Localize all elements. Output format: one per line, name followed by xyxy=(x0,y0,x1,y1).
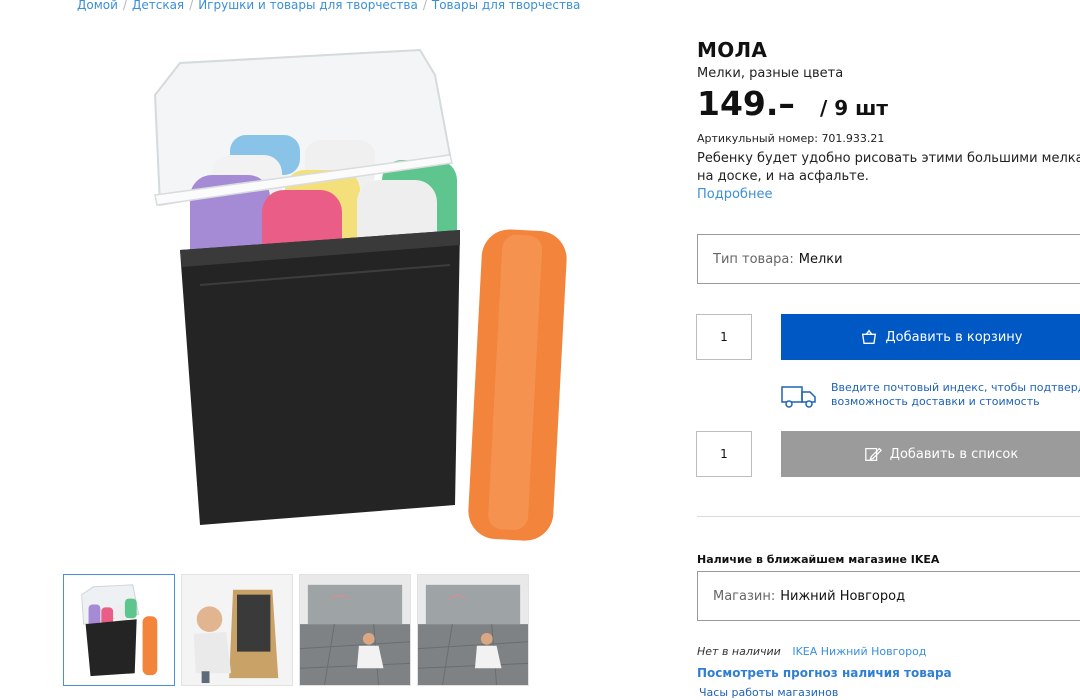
add-to-cart-label: Добавить в корзину xyxy=(885,329,1023,345)
store-value: Нижний Новгород xyxy=(780,588,906,604)
price-unit: / 9 шт xyxy=(820,96,888,120)
edit-list-icon xyxy=(864,447,882,461)
store-label: Магазин: xyxy=(713,588,776,604)
description-line: на доске, и на асфальте. xyxy=(697,169,869,184)
stock-status: Нет в наличии IKEA Нижний Новгород xyxy=(697,645,926,658)
breadcrumb-creative[interactable]: Товары для творчества xyxy=(432,0,581,12)
article-value: 701.933.21 xyxy=(821,132,885,145)
cart-quantity-input[interactable]: 1 xyxy=(696,314,752,360)
description-line: Ребенку будет удобно рисовать этими боль… xyxy=(697,151,1080,166)
delivery-line: возможность доставки и стоимость xyxy=(831,395,1040,408)
stock-forecast-link[interactable]: Посмотреть прогноз наличия товара xyxy=(697,666,952,680)
more-details-link[interactable]: Подробнее xyxy=(697,187,772,202)
add-to-list-label: Добавить в список xyxy=(889,446,1019,462)
product-type-select[interactable]: Тип товара: Мелки xyxy=(697,234,1080,284)
thumbnail-strip xyxy=(63,574,529,686)
add-to-list-button[interactable]: Добавить в список xyxy=(781,431,1080,477)
breadcrumb-home[interactable]: Домой xyxy=(77,0,118,12)
thumbnail-2[interactable] xyxy=(181,574,293,686)
product-type-label: Тип товара: xyxy=(713,251,794,267)
store-link[interactable]: IKEA Нижний Новгород xyxy=(792,645,926,658)
article-label: Артикульный номер: xyxy=(697,132,818,145)
thumbnail-3[interactable] xyxy=(299,574,411,686)
breadcrumb: Домой / Детская / Игрушки и товары для творч… xyxy=(77,0,580,12)
thumbnail-4[interactable] xyxy=(417,574,529,686)
breadcrumb-toys[interactable]: Игрушки и товары для творчества xyxy=(198,0,418,12)
stock-status-text: Нет в наличии xyxy=(697,645,781,658)
product-type-value: Мелки xyxy=(798,251,843,267)
store-hours-link[interactable]: Часы работы магазинов xyxy=(699,686,838,699)
product-subtitle: Мелки, разные цвета xyxy=(697,66,844,81)
list-quantity-input[interactable]: 1 xyxy=(696,431,752,477)
section-divider xyxy=(697,516,1080,517)
availability-title: Наличие в ближайшем магазине IKEA xyxy=(697,553,940,566)
article-number: Артикульный номер: 701.933.21 xyxy=(697,132,884,145)
breadcrumb-separator: / xyxy=(422,0,427,12)
breadcrumb-separator: / xyxy=(122,0,127,12)
truck-icon xyxy=(781,386,816,408)
product-description: Ребенку будет удобно рисовать этими боль… xyxy=(697,150,1080,186)
product-main-image[interactable] xyxy=(150,45,570,545)
delivery-postcode-link[interactable]: Введите почтовый индекс, чтобы подтверди… xyxy=(831,381,1080,409)
breadcrumb-separator: / xyxy=(189,0,194,12)
thumbnail-1[interactable] xyxy=(63,574,175,686)
product-title: МОЛА xyxy=(697,38,768,62)
breadcrumb-kids[interactable]: Детская xyxy=(132,0,184,12)
add-to-cart-button[interactable]: Добавить в корзину xyxy=(781,314,1080,360)
delivery-line: Введите почтовый индекс, чтобы подтверди… xyxy=(831,381,1080,394)
store-select[interactable]: Магазин: Нижний Новгород xyxy=(697,571,1080,621)
shopping-bag-icon xyxy=(861,329,876,344)
product-price: 149.– xyxy=(697,84,795,123)
